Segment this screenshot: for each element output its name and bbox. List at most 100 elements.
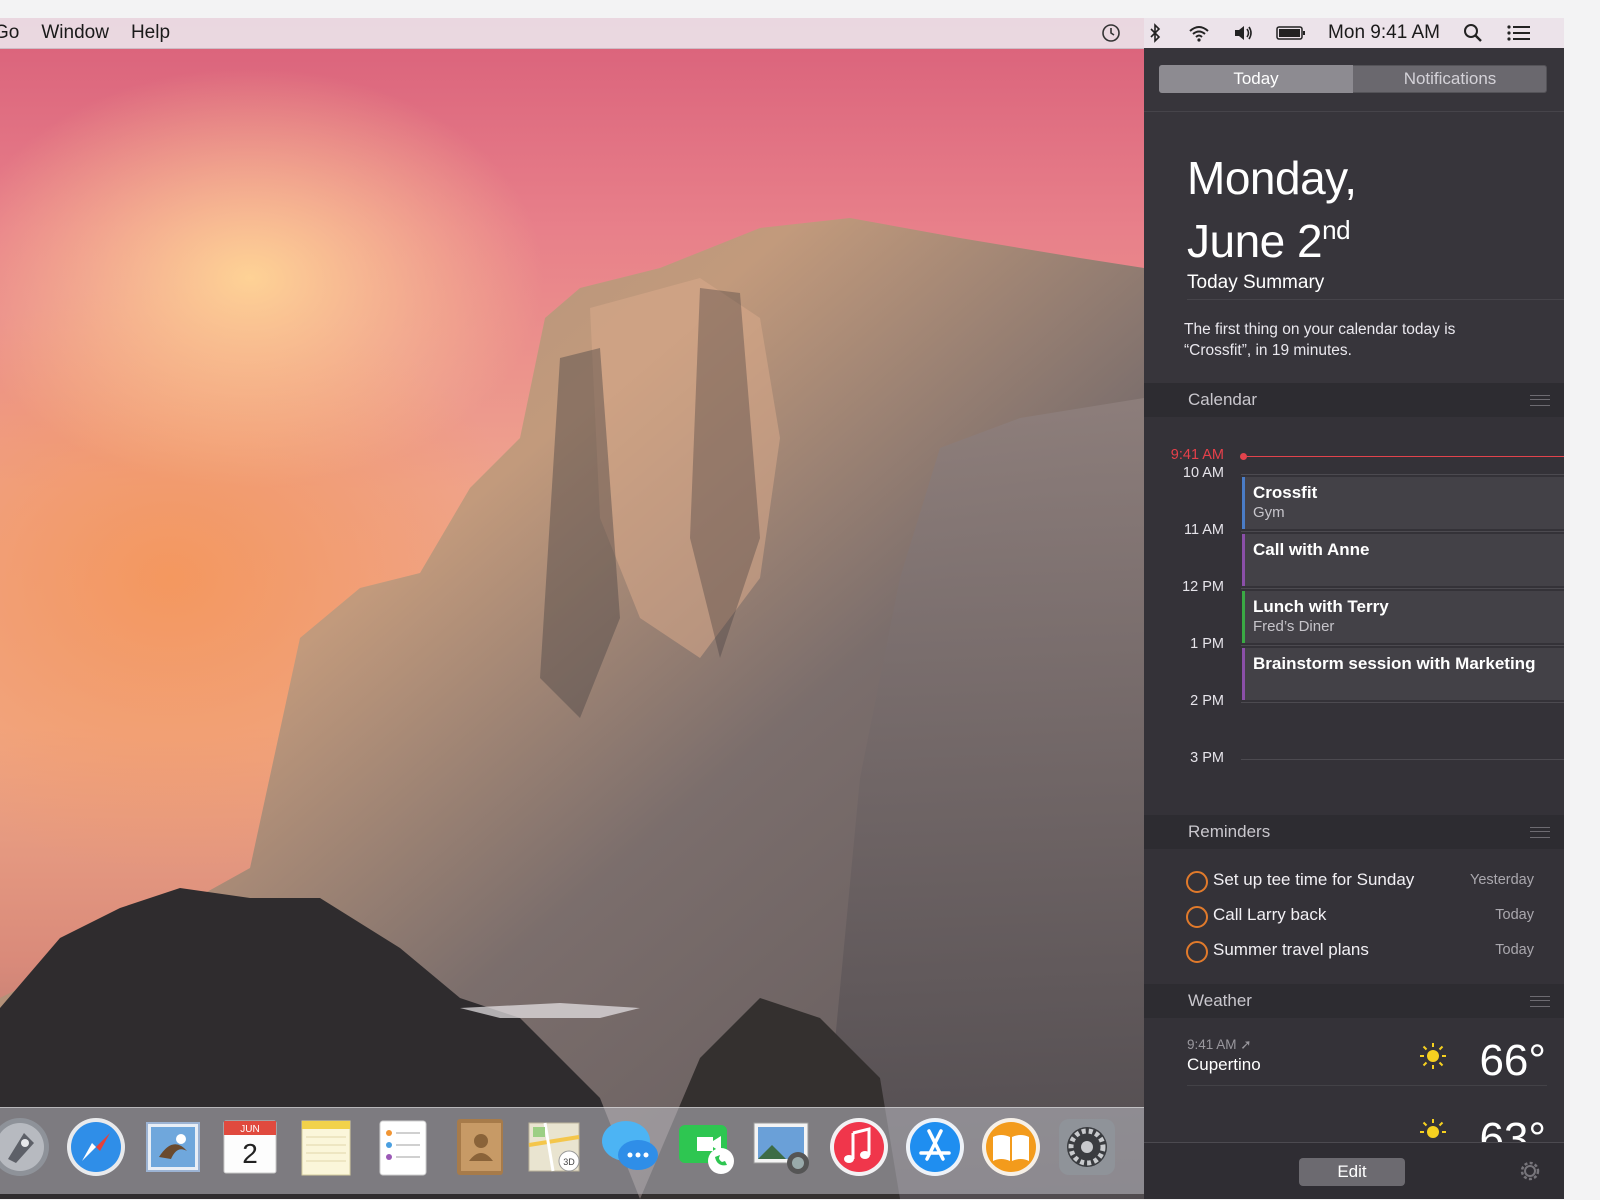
divider	[1144, 111, 1564, 112]
weather-city: Cupertino	[1187, 1055, 1261, 1074]
reminder-text: Call Larry back	[1213, 905, 1327, 924]
drag-handle-icon[interactable]	[1530, 827, 1550, 838]
app-store-icon[interactable]	[903, 1115, 967, 1179]
reminder-date: Yesterday	[1470, 872, 1534, 888]
hour-line	[1241, 702, 1564, 703]
hour-line	[1241, 588, 1564, 589]
tab-today[interactable]: Today	[1159, 65, 1353, 93]
hour-line	[1241, 645, 1564, 646]
weather-time: 9:41 AM ➚	[1187, 1037, 1252, 1053]
today-date-heading: Monday, June 2nd	[1187, 152, 1357, 267]
hour-line	[1241, 474, 1564, 475]
calendar-icon-month: JUN	[240, 1124, 259, 1135]
launchpad-icon[interactable]	[0, 1115, 52, 1179]
gear-icon[interactable]	[1518, 1159, 1542, 1183]
calendar-widget: 9:41 AM 10 AM 11 AM 12 PM 1 PM 2 PM 3 PM…	[1144, 417, 1564, 815]
calendar-icon[interactable]: JUN 2	[218, 1115, 282, 1179]
notification-center-icon[interactable]	[1506, 22, 1532, 44]
hour-label: 1 PM	[1190, 636, 1224, 652]
reminder-checkbox[interactable]	[1186, 871, 1208, 893]
reminders-section-header: Reminders	[1144, 815, 1564, 849]
calendar-event-brainstorm[interactable]: Brainstorm session with Marketing	[1242, 648, 1564, 700]
battery-icon[interactable]	[1276, 22, 1306, 44]
date-line-weekday: Monday,	[1187, 152, 1357, 204]
reminder-date: Today	[1495, 907, 1534, 923]
reminders-widget: Set up tee time for Sunday Yesterday Cal…	[1144, 849, 1564, 984]
hour-line	[1241, 759, 1564, 760]
svg-text:3D: 3D	[563, 1157, 575, 1167]
calendar-section-header: Calendar	[1144, 383, 1564, 417]
menu-help[interactable]: Help	[131, 22, 170, 44]
ibooks-icon[interactable]	[979, 1115, 1043, 1179]
bluetooth-icon[interactable]	[1144, 22, 1166, 44]
facetime-icon[interactable]	[675, 1115, 739, 1179]
event-title: Call with Anne	[1253, 540, 1370, 559]
drag-handle-icon[interactable]	[1530, 395, 1550, 406]
reminder-text: Summer travel plans	[1213, 940, 1369, 959]
hour-label: 12 PM	[1182, 579, 1224, 595]
date-suffix: nd	[1322, 215, 1351, 245]
divider	[1187, 299, 1564, 300]
hour-line	[1241, 531, 1564, 532]
hour-label: 2 PM	[1190, 693, 1224, 709]
weather-widget: 9:41 AM ➚ Cupertino 66° 63°	[1144, 1018, 1564, 1163]
menu-bar: Go Window Help Mon 9:41 AM	[0, 18, 1564, 49]
mail-icon[interactable]	[141, 1115, 205, 1179]
reminder-item: Summer travel plans Today	[1144, 935, 1564, 969]
menu-clock[interactable]: Mon 9:41 AM	[1328, 22, 1440, 44]
calendar-event-crossfit[interactable]: Crossfit Gym	[1242, 477, 1564, 529]
system-preferences-icon[interactable]	[1055, 1115, 1119, 1179]
today-summary-title: Today Summary	[1187, 272, 1325, 293]
reminders-section-title: Reminders	[1188, 822, 1271, 841]
volume-icon[interactable]	[1232, 22, 1254, 44]
reminder-date: Today	[1495, 942, 1534, 958]
today-summary-text: The first thing on your calendar today i…	[1184, 321, 1456, 359]
calendar-event-call-with-anne[interactable]: Call with Anne	[1242, 534, 1564, 586]
wifi-icon[interactable]	[1188, 22, 1210, 44]
contacts-icon[interactable]	[447, 1115, 511, 1179]
weather-temperature: 66°	[1479, 1036, 1546, 1085]
calendar-icon-day: 2	[242, 1138, 258, 1169]
edit-button[interactable]: Edit	[1299, 1158, 1405, 1186]
maps-icon[interactable]: 3D	[523, 1115, 587, 1179]
current-time-line	[1244, 456, 1564, 457]
tab-notifications[interactable]: Notifications	[1353, 65, 1547, 93]
current-time-label: 9:41 AM	[1170, 447, 1224, 463]
messages-icon[interactable]	[598, 1115, 662, 1179]
weather-time-text: 9:41 AM	[1187, 1037, 1237, 1052]
event-location: Fred’s Diner	[1253, 618, 1335, 635]
spotlight-icon[interactable]	[1462, 22, 1484, 44]
calendar-section-title: Calendar	[1188, 390, 1257, 409]
event-location: Gym	[1253, 504, 1285, 521]
hour-label: 3 PM	[1190, 750, 1224, 766]
divider	[1187, 1085, 1547, 1086]
reminder-checkbox[interactable]	[1186, 906, 1208, 928]
reminder-item: Call Larry back Today	[1144, 900, 1564, 934]
time-machine-icon[interactable]	[1100, 22, 1122, 44]
nc-footer: Edit	[1144, 1142, 1564, 1199]
photo-booth-icon[interactable]	[750, 1115, 814, 1179]
reminders-icon[interactable]	[370, 1115, 434, 1179]
menu-window[interactable]: Window	[41, 22, 109, 44]
safari-icon[interactable]	[64, 1115, 128, 1179]
dock: JUN 2 3D	[0, 1107, 1144, 1194]
event-title: Brainstorm session with Marketing	[1253, 654, 1536, 673]
hour-label: 10 AM	[1182, 465, 1224, 481]
date-line-day: June 2nd	[1187, 204, 1357, 267]
reminder-text: Set up tee time for Sunday	[1213, 870, 1415, 889]
itunes-icon[interactable]	[827, 1115, 891, 1179]
desktop-wallpaper	[0, 18, 1144, 1199]
date-day-text: June 2	[1187, 215, 1323, 267]
weather-section-title: Weather	[1188, 991, 1252, 1010]
hour-label: 11 AM	[1183, 522, 1224, 538]
event-title: Lunch with Terry	[1253, 597, 1389, 616]
reminder-checkbox[interactable]	[1186, 941, 1208, 963]
location-arrow-icon: ➚	[1240, 1037, 1252, 1052]
reminder-item: Set up tee time for Sunday Yesterday	[1144, 865, 1564, 899]
notes-icon[interactable]	[294, 1115, 358, 1179]
drag-handle-icon[interactable]	[1530, 996, 1550, 1007]
sun-icon	[1420, 1043, 1446, 1069]
weather-section-header: Weather	[1144, 984, 1564, 1018]
menu-go[interactable]: Go	[0, 22, 19, 44]
calendar-event-lunch-with-terry[interactable]: Lunch with Terry Fred’s Diner	[1242, 591, 1564, 643]
